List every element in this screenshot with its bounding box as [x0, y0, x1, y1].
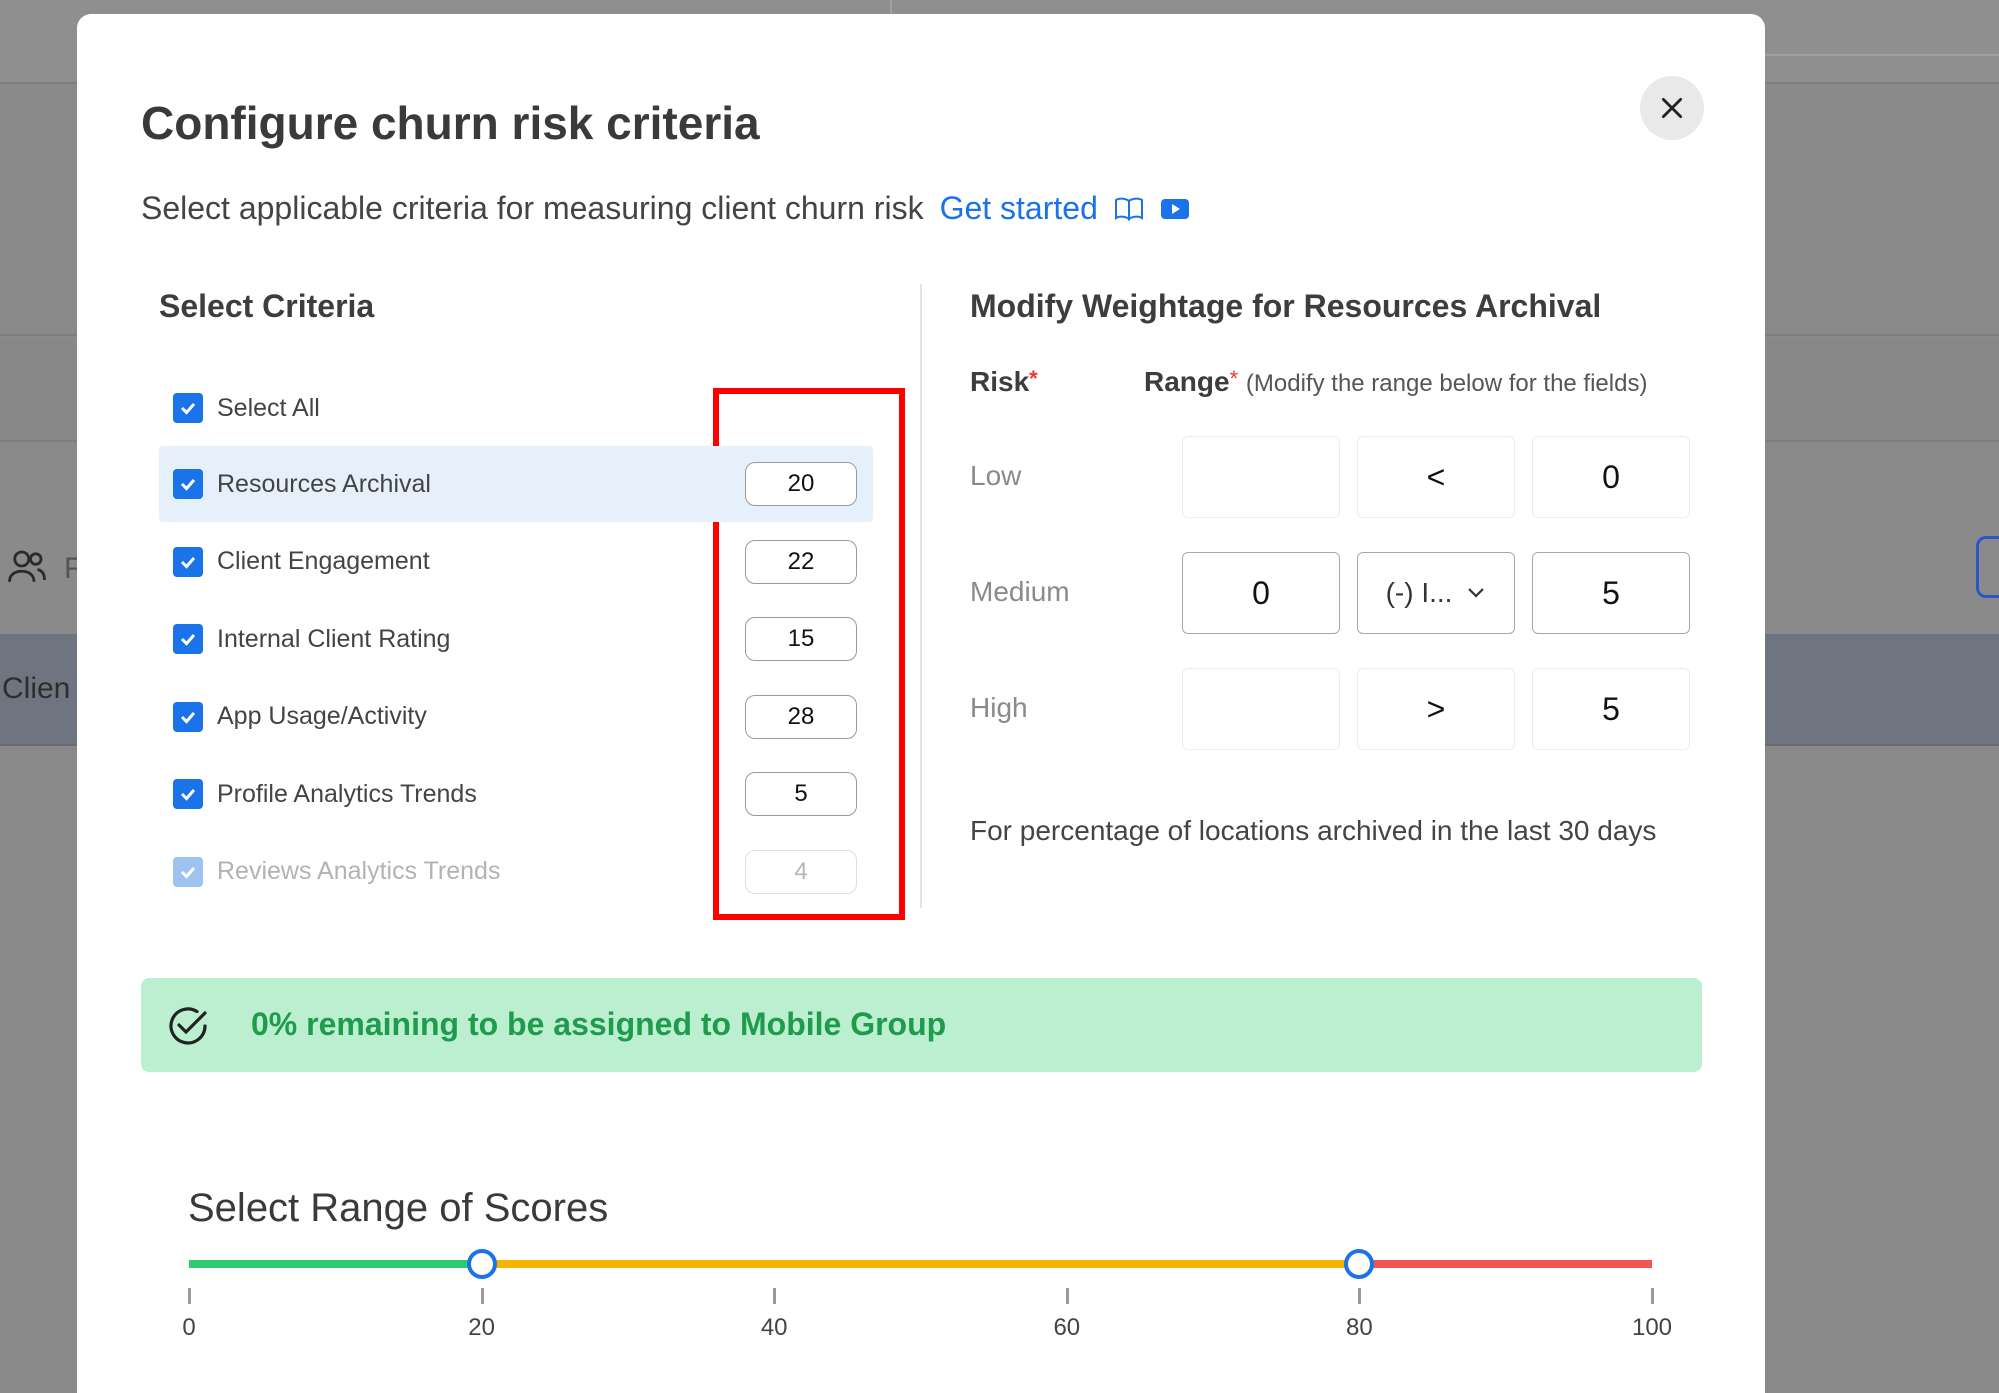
check-icon — [180, 479, 196, 491]
select-all-checkbox[interactable] — [173, 393, 203, 423]
slider-tick — [480, 1288, 484, 1304]
people-icon — [6, 545, 48, 587]
slider-tick — [188, 1288, 191, 1304]
range-operator-field[interactable]: > — [1357, 668, 1515, 750]
required-mark: * — [1229, 366, 1239, 391]
slider-tick — [773, 1288, 777, 1304]
remaining-banner: 0% remaining to be assigned to Mobile Gr… — [141, 978, 1702, 1072]
medium-range-segment — [481, 1260, 1360, 1268]
video-icon[interactable] — [1160, 197, 1190, 221]
criteria-checkbox[interactable] — [173, 779, 203, 809]
range-to-input[interactable]: 0 — [1532, 436, 1690, 518]
get-started-link[interactable]: Get started — [940, 190, 1098, 227]
slider-tick-label: 40 — [760, 1314, 788, 1341]
background-partial-text: Clien — [2, 672, 71, 705]
high-range-handle[interactable] — [1344, 1249, 1375, 1279]
criteria-weight-input[interactable]: 20 — [745, 462, 857, 506]
range-label-text: Range — [1144, 366, 1230, 397]
check-circle-icon — [169, 1007, 207, 1045]
weightage-heading: Modify Weightage for Resources Archival — [970, 288, 1602, 324]
range-to-input[interactable]: 5 — [1532, 552, 1690, 634]
criteria-label: Internal Client Rating — [217, 624, 451, 653]
criteria-weight-input[interactable]: 22 — [745, 539, 857, 584]
risk-level-label: Medium — [970, 576, 1070, 607]
churn-criteria-modal: Configure churn risk criteria Select app… — [77, 14, 1765, 1393]
check-icon — [180, 634, 196, 646]
required-mark: * — [1029, 366, 1038, 391]
score-range-title: Select Range of Scores — [188, 1186, 609, 1230]
range-from-input[interactable]: 0 — [1182, 552, 1340, 634]
slider-tick-label: 100 — [1631, 1314, 1673, 1341]
range-from-input[interactable] — [1182, 436, 1340, 518]
slider-tick — [1651, 1288, 1654, 1304]
criteria-checkbox[interactable] — [173, 546, 203, 577]
range-column-label: Range* (Modify the range below for the f… — [1144, 366, 1647, 398]
modal-subtitle: Select applicable criteria for measuring… — [141, 190, 1190, 227]
slider-tick — [1065, 1288, 1069, 1304]
slider-tick-label: 20 — [468, 1314, 495, 1341]
range-operator-dropdown[interactable]: (-) I... — [1357, 552, 1515, 634]
column-divider — [920, 284, 922, 908]
criteria-row[interactable]: Profile Analytics Trends 5 — [159, 756, 873, 832]
high-range-segment — [1359, 1260, 1652, 1268]
background-button — [1976, 536, 1999, 598]
check-icon — [180, 866, 196, 879]
criteria-row[interactable]: App Usage/Activity 28 — [159, 679, 873, 755]
criteria-row[interactable]: Client Engagement 22 — [159, 524, 873, 600]
criteria-weight-input[interactable]: 15 — [745, 617, 857, 661]
check-icon — [180, 556, 196, 569]
chevron-down-icon — [1468, 588, 1485, 598]
close-icon — [1661, 97, 1683, 119]
close-button[interactable] — [1640, 76, 1704, 140]
low-range-segment — [189, 1260, 482, 1268]
range-from-input[interactable] — [1182, 668, 1340, 750]
slider-tick-label: 60 — [1053, 1314, 1081, 1341]
subtitle-text: Select applicable criteria for measuring… — [141, 190, 924, 226]
criteria-weight-input[interactable]: 5 — [745, 772, 857, 816]
select-criteria-heading: Select Criteria — [159, 288, 375, 324]
criteria-label: Client Engagement — [217, 547, 430, 575]
criteria-label: Resources Archival — [217, 469, 431, 498]
range-operator-field[interactable]: < — [1357, 436, 1515, 518]
range-to-input[interactable]: 5 — [1532, 668, 1690, 750]
criteria-label: Profile Analytics Trends — [217, 779, 477, 808]
criteria-row[interactable]: Reviews Analytics Trends 4 — [159, 834, 873, 910]
criteria-label: Reviews Analytics Trends — [217, 857, 501, 885]
check-icon — [180, 711, 196, 724]
risk-column-label: Risk* — [970, 366, 1038, 398]
criteria-checkbox[interactable] — [173, 624, 203, 654]
criteria-row[interactable]: Internal Client Rating 15 — [159, 601, 873, 677]
remaining-text: 0% remaining to be assigned to Mobile Gr… — [251, 1006, 947, 1042]
criteria-checkbox[interactable] — [173, 701, 203, 732]
slider-tick — [1358, 1288, 1362, 1304]
low-range-handle[interactable] — [466, 1249, 497, 1279]
criteria-weight-input[interactable]: 4 — [745, 849, 857, 894]
risk-level-label: Low — [970, 460, 1022, 491]
weightage-description: For percentage of locations archived in … — [970, 815, 1657, 846]
criteria-checkbox[interactable] — [173, 469, 203, 499]
risk-level-label: High — [970, 692, 1028, 723]
slider-tick-label: 0 — [182, 1314, 196, 1341]
criteria-weight-input[interactable]: 28 — [745, 694, 857, 739]
slider-tick-label: 80 — [1346, 1314, 1373, 1341]
select-all-label: Select All — [217, 393, 320, 422]
criteria-row[interactable]: Resources Archival 20 — [159, 446, 873, 522]
modal-title: Configure churn risk criteria — [141, 97, 760, 149]
book-icon[interactable] — [1114, 196, 1144, 222]
check-icon — [180, 789, 196, 801]
check-icon — [180, 403, 196, 415]
criteria-checkbox[interactable] — [173, 856, 203, 887]
risk-label-text: Risk — [970, 366, 1030, 397]
range-operator-value: (-) I... — [1385, 577, 1453, 608]
score-range-slider[interactable]: 0 20 40 60 80 100 — [0, 1244, 1999, 1364]
range-note: (Modify the range below for the fields) — [1245, 370, 1648, 397]
criteria-label: App Usage/Activity — [217, 702, 427, 730]
